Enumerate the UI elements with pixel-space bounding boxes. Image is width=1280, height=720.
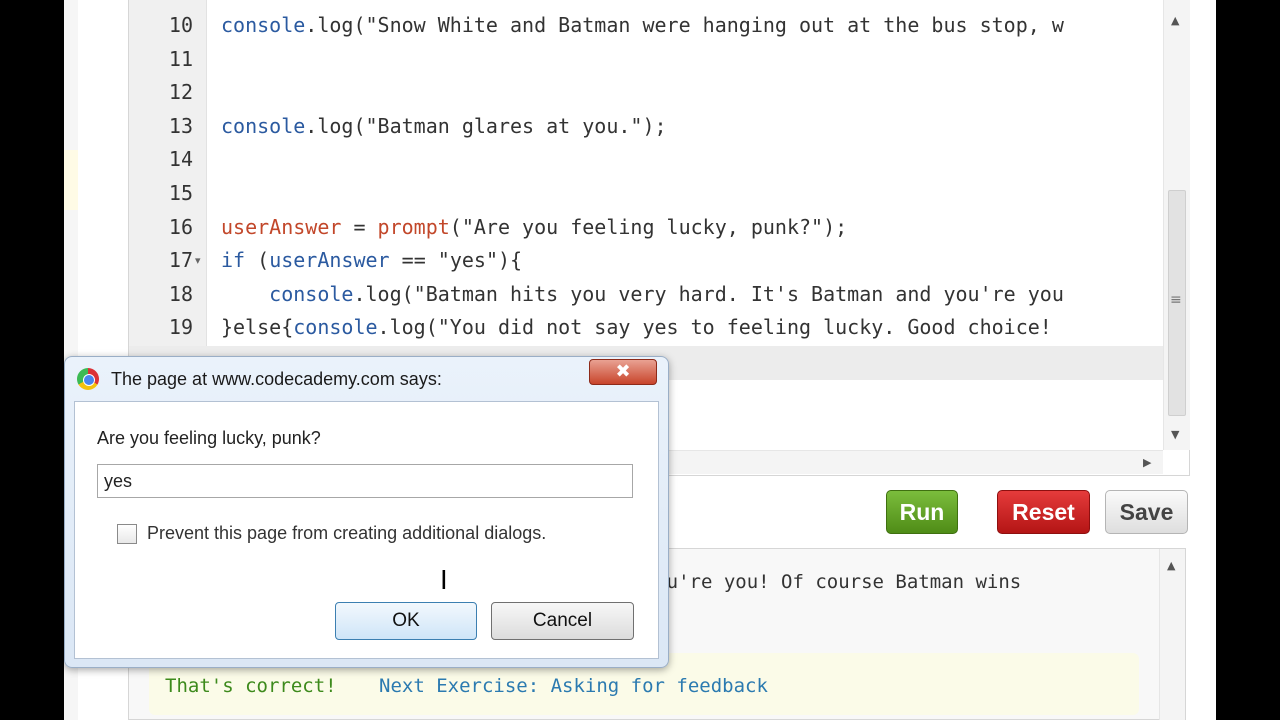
code-token: .log("Batman glares at you."); bbox=[305, 113, 667, 138]
code-token: userAnswer bbox=[221, 214, 342, 239]
run-button[interactable]: Run bbox=[886, 490, 958, 534]
code-token: .log("Batman hits you very hard. It's Ba… bbox=[353, 281, 1064, 306]
prevent-dialogs-label[interactable]: Prevent this page from creating addition… bbox=[147, 523, 546, 544]
code-token: }else{ bbox=[221, 315, 294, 340]
line-number: 14 bbox=[168, 147, 193, 172]
code-token: prompt bbox=[377, 214, 450, 239]
scroll-down-arrow-icon[interactable]: ▼ bbox=[1171, 428, 1179, 441]
line-number: 17 bbox=[168, 248, 193, 273]
code-token: == "yes"){ bbox=[389, 248, 523, 273]
code-token: userAnswer bbox=[269, 248, 390, 273]
console-scroll-up-icon[interactable]: ▲ bbox=[1167, 559, 1175, 572]
save-button[interactable]: Save bbox=[1105, 490, 1188, 534]
chrome-icon bbox=[77, 368, 99, 390]
code-line[interactable]: 18 console.log("Batman hits you very har… bbox=[129, 278, 1163, 311]
dialog-prompt-text: Are you feeling lucky, punk? bbox=[97, 428, 321, 448]
code-text[interactable]: console.log("Batman hits you very hard. … bbox=[221, 278, 1161, 311]
code-token: console bbox=[293, 315, 378, 340]
dialog-title: The page at www.codecademy.com says: bbox=[111, 369, 442, 389]
line-number: 16 bbox=[168, 214, 193, 239]
code-line[interactable]: 12 bbox=[129, 76, 1163, 109]
ok-button[interactable]: OK bbox=[335, 602, 477, 640]
fold-arrow-icon[interactable]: ▾ bbox=[195, 244, 207, 277]
line-number: 19 bbox=[168, 315, 193, 340]
code-token: .log("You did not say yes to feeling luc… bbox=[377, 315, 1052, 340]
code-line[interactable]: 15 bbox=[129, 177, 1163, 210]
prompt-input[interactable]: yes bbox=[97, 464, 633, 498]
scroll-up-arrow-icon[interactable]: ▲ bbox=[1171, 14, 1179, 27]
dialog-body: Are you feeling lucky, punk? yes Prevent… bbox=[74, 401, 659, 659]
line-number: 10 bbox=[168, 13, 193, 37]
line-number: 13 bbox=[168, 113, 193, 138]
line-number: 11 bbox=[168, 46, 193, 71]
left-page-highlight bbox=[64, 150, 78, 210]
line-number: 12 bbox=[168, 80, 193, 105]
next-exercise-link[interactable]: Next Exercise: Asking for feedback bbox=[379, 675, 768, 697]
code-text[interactable]: }else{console.log("You did not say yes t… bbox=[221, 311, 1161, 344]
prevent-dialogs-checkbox[interactable] bbox=[117, 524, 137, 544]
dialog-titlebar[interactable]: The page at www.codecademy.com says: ✖ bbox=[65, 357, 668, 401]
code-token: console bbox=[269, 281, 354, 306]
code-token: = bbox=[341, 214, 378, 239]
code-line[interactable]: 14 bbox=[129, 143, 1163, 176]
code-text[interactable]: userAnswer = prompt("Are you feeling luc… bbox=[221, 211, 1161, 244]
code-line[interactable]: 10 console.log("Snow White and Batman wer… bbox=[129, 9, 1163, 42]
feedback-text: That's correct! bbox=[165, 675, 337, 697]
code-token: console bbox=[221, 113, 306, 138]
code-line[interactable]: 17 ▾ if (userAnswer == "yes"){ bbox=[129, 244, 1163, 277]
code-token: console bbox=[221, 13, 306, 37]
close-icon[interactable]: ✖ bbox=[589, 359, 657, 385]
right-black-bar bbox=[1216, 0, 1280, 720]
code-token: ( bbox=[245, 248, 270, 273]
reset-button[interactable]: Reset bbox=[997, 490, 1090, 534]
left-black-bar bbox=[0, 0, 64, 720]
code-text[interactable]: console.log("Batman glares at you."); bbox=[221, 110, 1161, 143]
scroll-right-arrow-icon[interactable]: ▶ bbox=[1143, 456, 1151, 469]
cancel-button[interactable]: Cancel bbox=[491, 602, 634, 640]
code-line[interactable]: 19 }else{console.log("You did not say yes… bbox=[129, 311, 1163, 344]
code-line[interactable]: 13 console.log("Batman glares at you."); bbox=[129, 110, 1163, 143]
line-number: 15 bbox=[168, 181, 193, 205]
scrollbar-grip-icon: ≡ bbox=[1170, 292, 1182, 308]
console-scrollbar[interactable]: ▲ bbox=[1159, 549, 1185, 720]
code-text[interactable]: console.log("Snow White and Batman were … bbox=[221, 9, 1161, 42]
code-token: ("Are you feeling lucky, punk?"); bbox=[449, 214, 848, 239]
code-token: if bbox=[221, 248, 246, 273]
code-line[interactable]: 11 bbox=[129, 43, 1163, 76]
code-line[interactable]: 16 userAnswer = prompt("Are you feeling l… bbox=[129, 211, 1163, 244]
text-cursor-icon: I bbox=[440, 566, 448, 596]
line-number: 18 bbox=[168, 281, 193, 306]
code-text[interactable]: if (userAnswer == "yes"){ bbox=[221, 244, 1161, 277]
prompt-dialog: The page at www.codecademy.com says: ✖ A… bbox=[64, 356, 669, 668]
code-token: .log("Snow White and Batman were hanging… bbox=[305, 13, 1064, 37]
